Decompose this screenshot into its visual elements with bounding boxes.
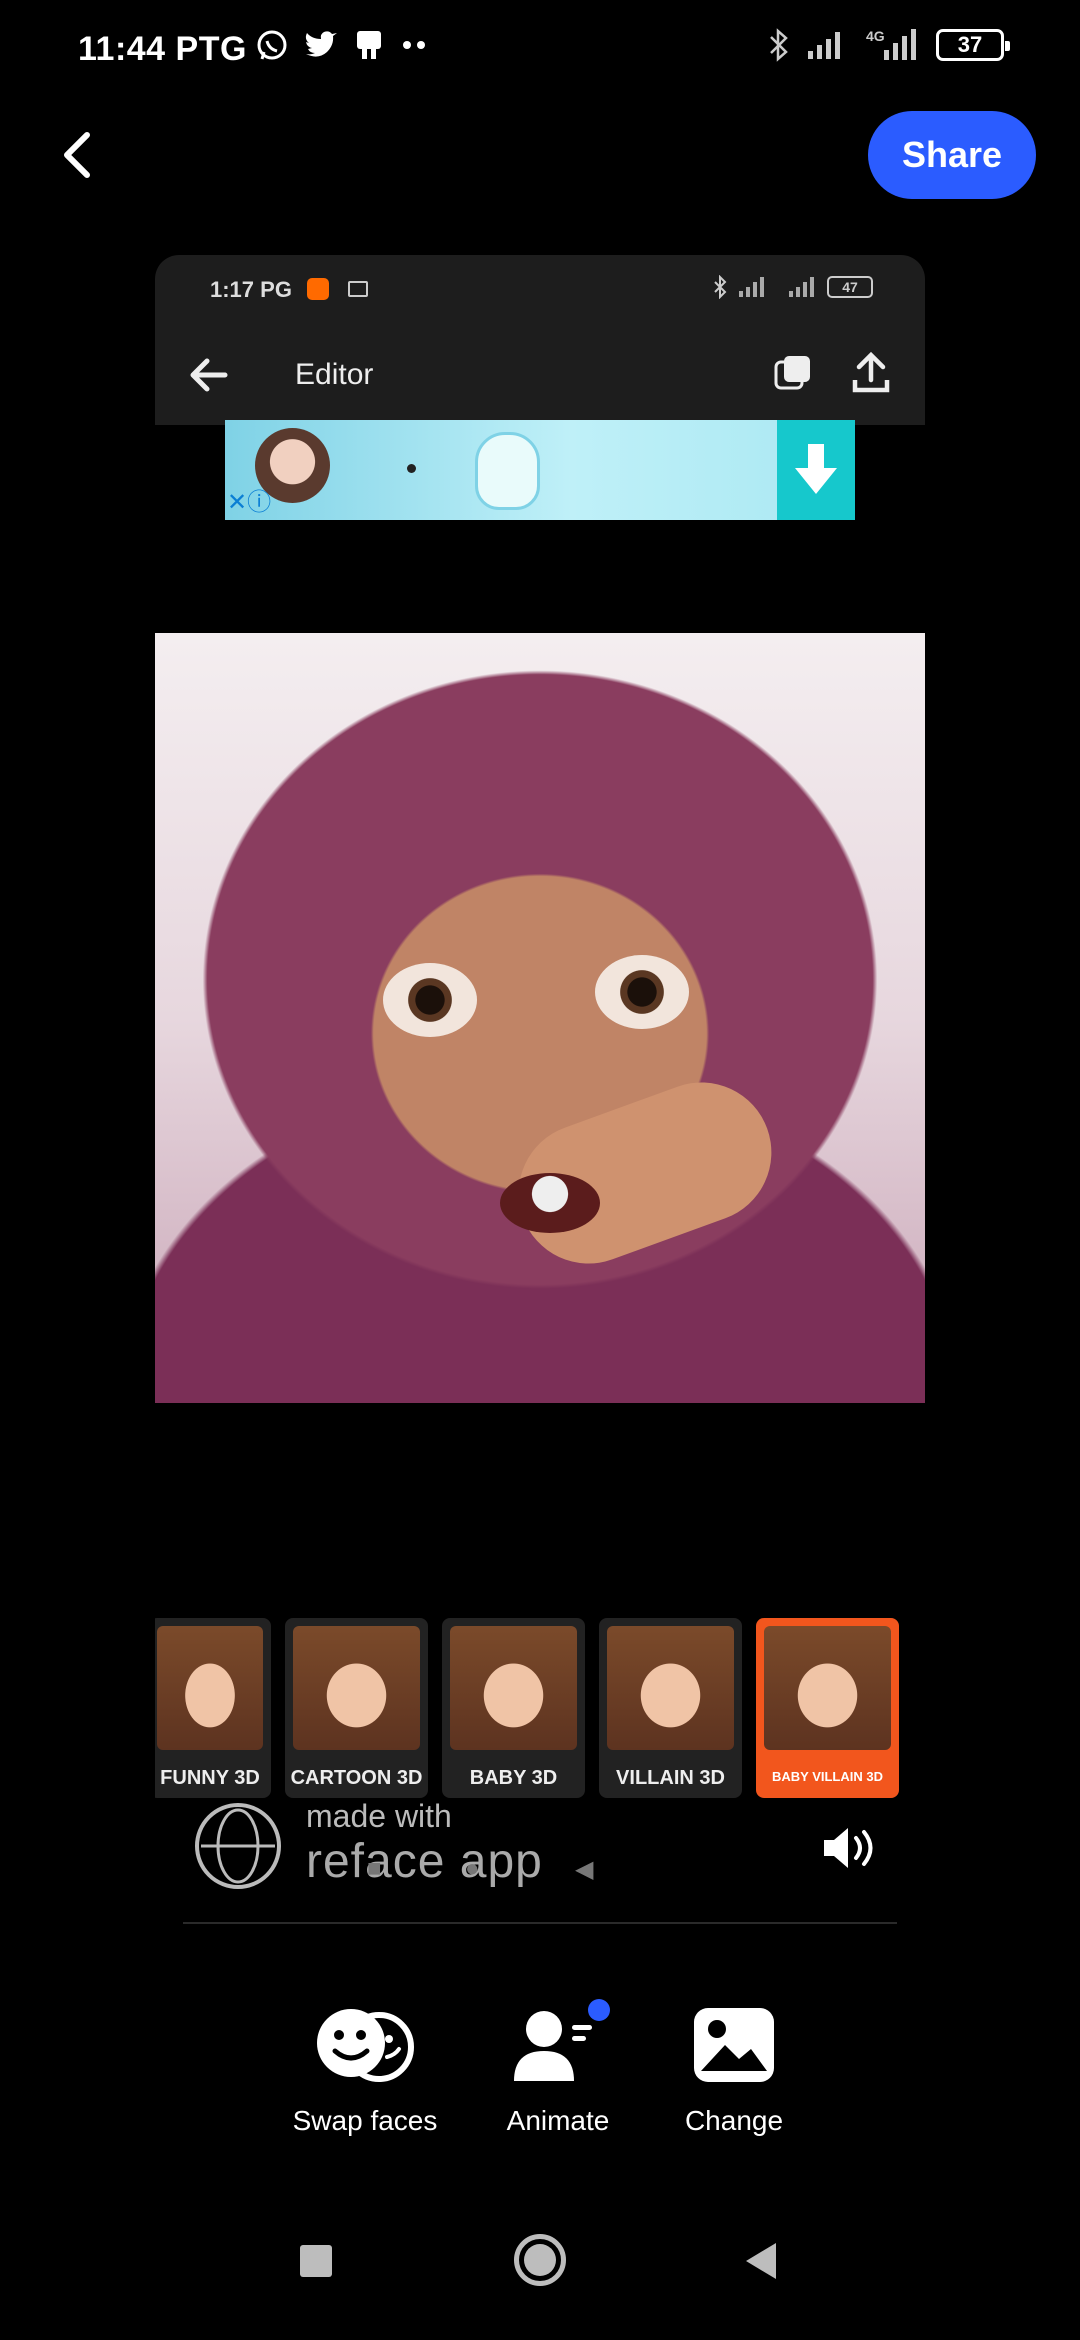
style-label: BABY VILLAIN 3D <box>772 1769 883 1784</box>
animate-button[interactable]: Animate <box>488 1999 628 2137</box>
style-card-baby-villain-3d[interactable]: BABY VILLAIN 3D <box>756 1618 899 1798</box>
status-bar: 11:44 PTG 4G 37 <box>0 0 1080 100</box>
change-label: Change <box>684 2105 784 2136</box>
swap-faces-button[interactable]: Swap faces <box>290 2005 440 2137</box>
home-button[interactable] <box>514 2234 566 2286</box>
style-thumbnail <box>157 1626 263 1750</box>
style-label: BABY 3D <box>469 1767 558 1789</box>
inner-toolbar: Editor <box>155 330 925 425</box>
recent-apps-button[interactable] <box>300 2245 332 2277</box>
inner-status-time: 1:17 PG <box>210 277 292 302</box>
style-thumbnail <box>764 1626 891 1750</box>
back-nav-button[interactable] <box>742 2240 780 2282</box>
home-inner-dot <box>524 2244 556 2276</box>
chevron-left-icon <box>64 132 90 178</box>
ad-download-button[interactable] <box>777 420 855 520</box>
face-result-image <box>155 633 925 1403</box>
style-label: VILLAIN 3D <box>616 1767 725 1789</box>
ghost-circle-icon: ● <box>465 1855 480 1882</box>
inner-gallery-icon <box>774 356 810 390</box>
message-icon <box>348 281 368 297</box>
signal-icon <box>808 32 840 59</box>
system-nav-bar <box>0 2230 1080 2320</box>
more-notifications-icon <box>403 41 425 49</box>
swap-faces-icon <box>317 2009 414 2082</box>
twitter-icon <box>305 31 337 57</box>
style-label: CARTOON 3D <box>290 1767 423 1789</box>
style-thumbnail <box>450 1626 577 1750</box>
style-thumbnail <box>293 1626 420 1750</box>
inner-status-bar: 1:17 PG 47 <box>155 255 925 330</box>
ghost-square-icon: ■ <box>367 1855 382 1882</box>
ad-banner[interactable]: ✕ⓘ <box>225 420 855 520</box>
inner-signal-4g-icon <box>789 277 814 297</box>
divider <box>183 1922 897 1924</box>
inner-bluetooth-icon <box>714 275 727 299</box>
bluetooth-icon <box>770 28 788 62</box>
mouth <box>500 1173 600 1233</box>
inner-signal-icon <box>739 277 764 297</box>
battery-indicator: 37 <box>936 29 1010 61</box>
ad-mascot-image <box>475 432 540 510</box>
whatsapp-icon <box>257 30 287 60</box>
left-eye <box>383 963 477 1037</box>
swap-faces-label: Swap faces <box>292 2105 438 2136</box>
status-time: 11:44 PTG <box>78 30 247 68</box>
app-notification-icon <box>307 278 329 300</box>
right-eye <box>595 955 689 1029</box>
ghost-triangle-icon: ◀ <box>575 1856 594 1883</box>
style-card-baby-3d[interactable]: BABY 3D <box>442 1618 585 1798</box>
inner-battery: 47 <box>827 276 873 298</box>
inner-title: Editor <box>295 358 374 391</box>
reface-watermark: made with reface app <box>195 1798 885 1893</box>
style-thumbnail <box>607 1626 734 1750</box>
animate-label: Animate <box>506 2105 610 2136</box>
notification-icon <box>357 31 381 59</box>
style-strip: FUNNY 3D CARTOON 3D BABY 3D VILLAIN 3D B… <box>155 1618 925 1798</box>
style-card-funny-3d[interactable]: FUNNY 3D <box>155 1618 271 1798</box>
style-card-cartoon-3d[interactable]: CARTOON 3D <box>285 1618 428 1798</box>
sound-toggle-button[interactable] <box>820 1823 880 1873</box>
style-card-villain-3d[interactable]: VILLAIN 3D <box>599 1618 742 1798</box>
speaker-icon <box>824 1828 873 1868</box>
ad-close-icon[interactable]: ✕ⓘ <box>227 490 271 516</box>
new-badge-dot <box>588 1999 610 2021</box>
style-label: FUNNY 3D <box>160 1767 260 1789</box>
back-button[interactable] <box>46 120 106 190</box>
image-icon <box>694 2008 774 2082</box>
inner-upload-icon <box>852 351 890 393</box>
video-preview[interactable]: 1:17 PG 47 Editor ✕ⓘ FUNNY 3D CARTOON 3D… <box>155 255 925 1920</box>
watermark-made-with: made with <box>306 1798 452 1834</box>
share-button[interactable]: Share <box>868 111 1036 199</box>
change-button[interactable]: Change <box>664 2005 804 2137</box>
inner-back-arrow-icon <box>190 358 228 392</box>
signal-4g-icon <box>884 29 916 60</box>
watermark-app-name: reface app <box>306 1835 543 1888</box>
download-arrow-icon <box>795 444 837 494</box>
reface-logo-icon <box>195 1803 281 1889</box>
